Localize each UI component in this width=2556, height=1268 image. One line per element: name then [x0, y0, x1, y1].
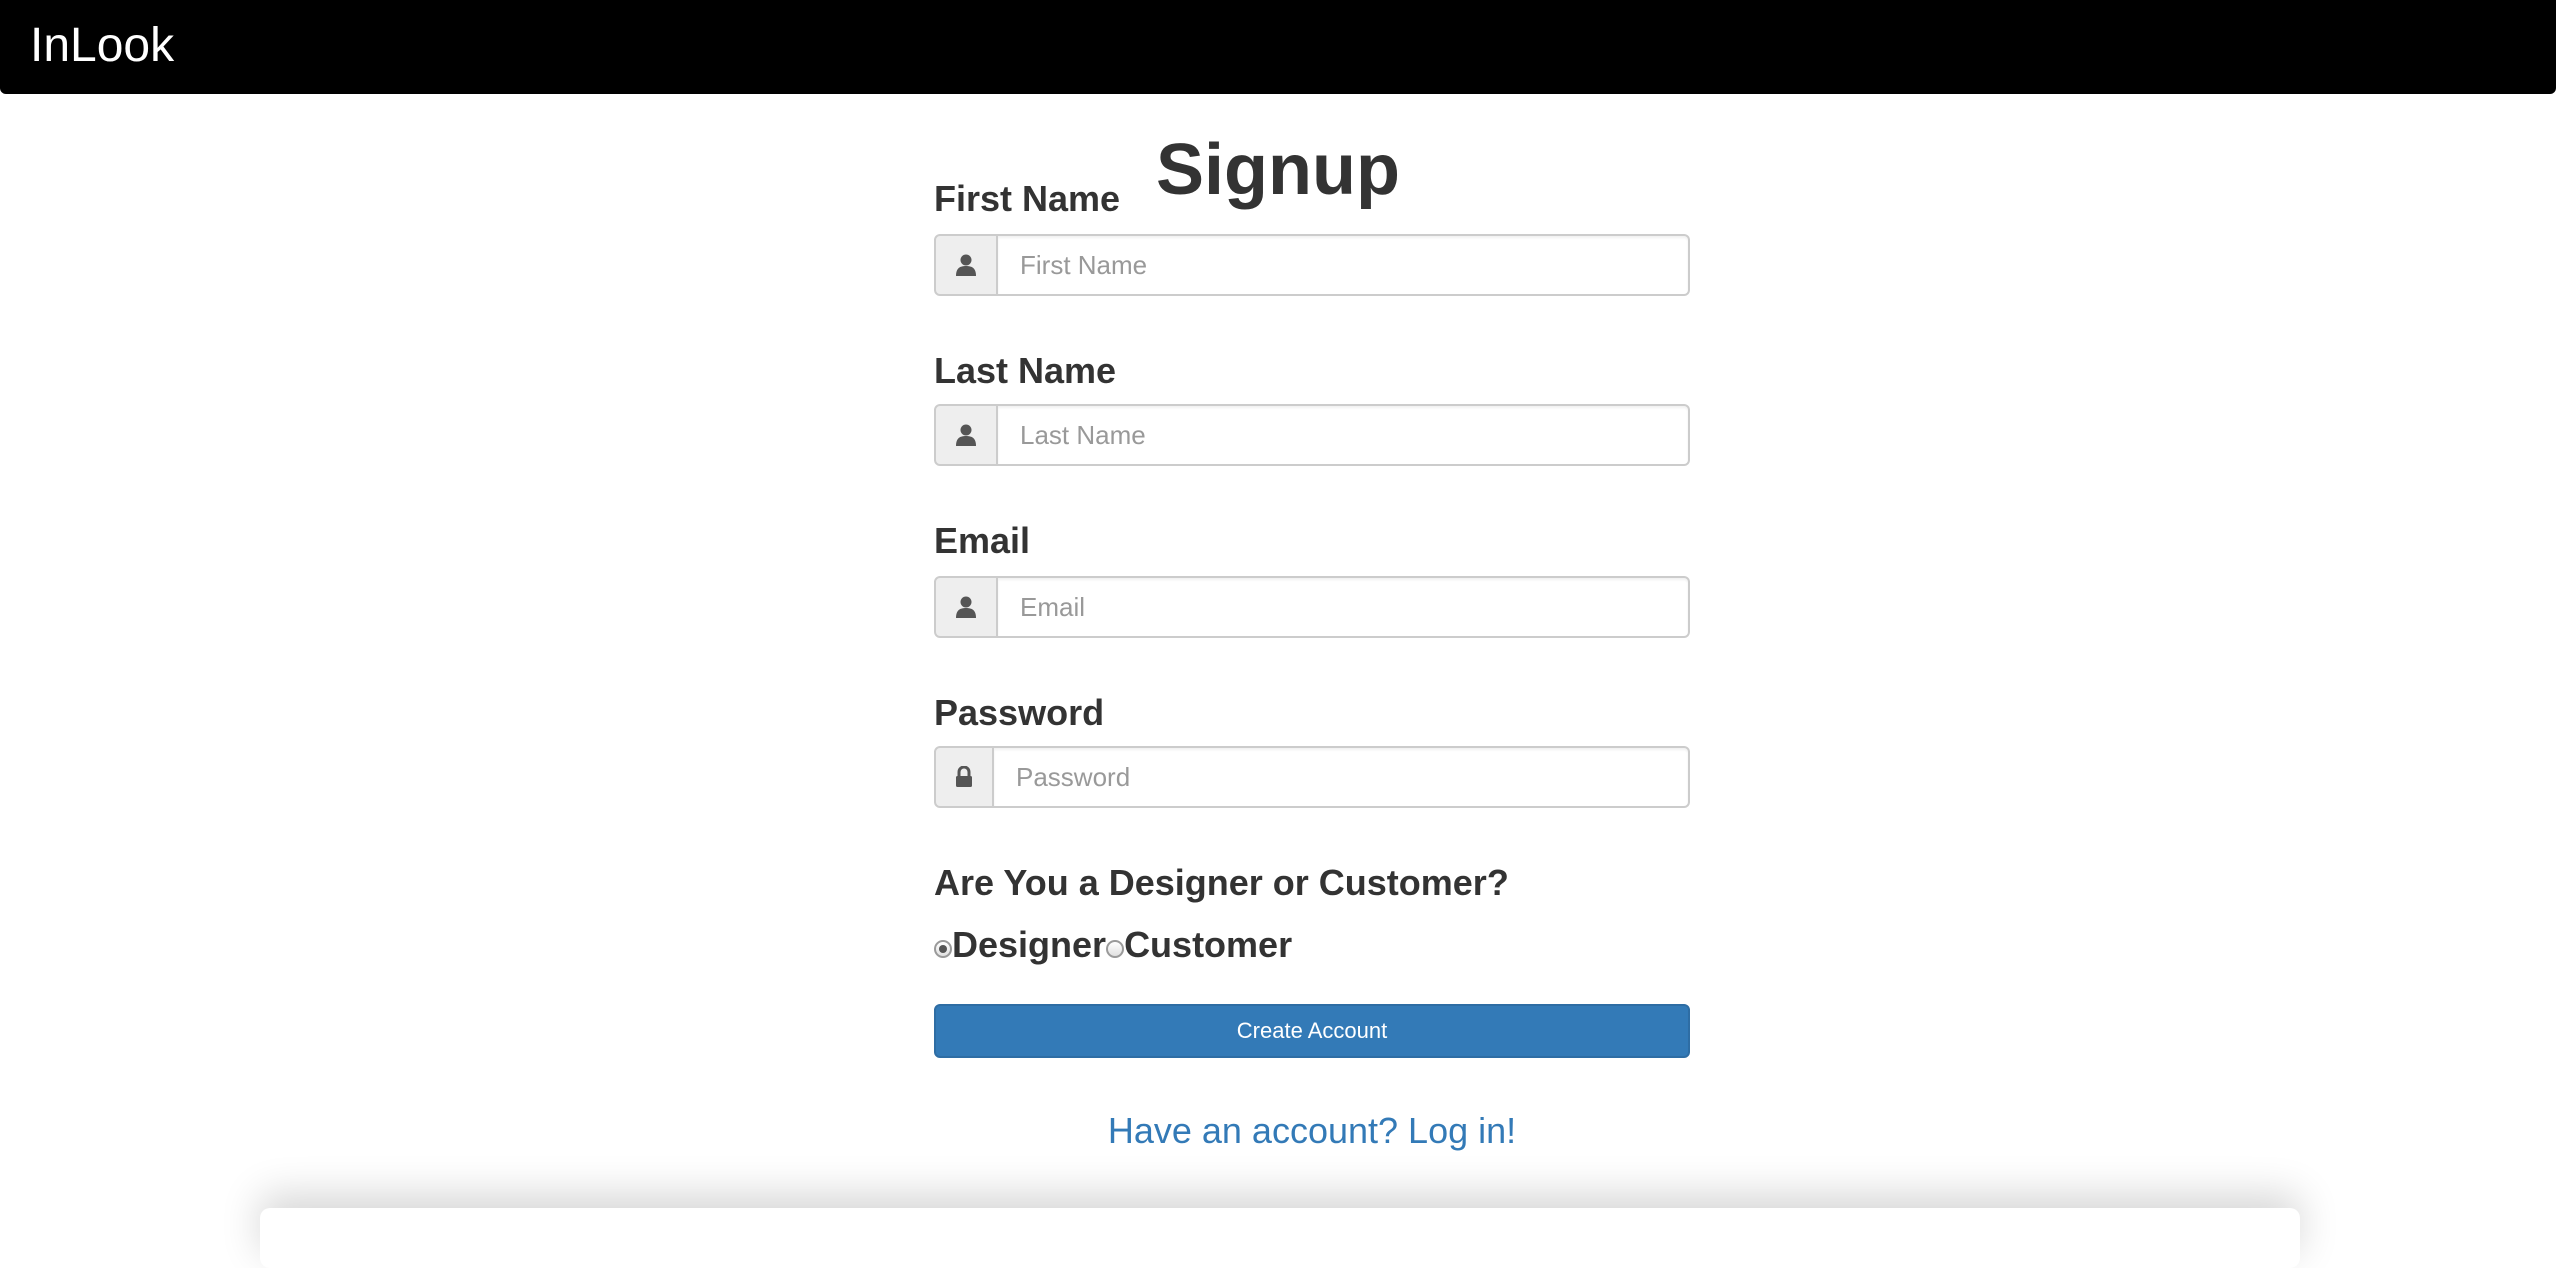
last-name-input[interactable]: [998, 404, 1690, 466]
top-navbar: InLook: [0, 0, 2556, 94]
customer-radio[interactable]: [1106, 940, 1125, 958]
lock-icon: [934, 746, 994, 808]
password-label: Password: [934, 692, 1105, 733]
email-group: [934, 576, 1690, 638]
user-icon: [934, 576, 998, 638]
password-input[interactable]: [994, 746, 1690, 808]
login-link[interactable]: Have an account? Log in!: [934, 1110, 1690, 1152]
password-group: [934, 746, 1690, 808]
last-name-label: Last Name: [934, 350, 1117, 391]
brand-logo[interactable]: InLook: [30, 18, 174, 74]
customer-radio-label[interactable]: Customer: [1124, 924, 1292, 966]
role-question: Are You a Designer or Customer?: [934, 862, 1509, 903]
footer-panel: [260, 1208, 2300, 1268]
designer-radio[interactable]: [934, 940, 952, 958]
user-icon: [934, 234, 998, 296]
email-label: Email: [934, 520, 1031, 561]
last-name-group: [934, 404, 1690, 466]
create-account-button[interactable]: Create Account: [934, 1004, 1690, 1058]
designer-radio-label[interactable]: Designer: [952, 924, 1106, 966]
user-icon: [934, 404, 998, 466]
first-name-group: [934, 234, 1690, 296]
first-name-label: First Name: [934, 178, 1121, 219]
role-radio-group: Designer Customer: [934, 922, 1292, 968]
email-input[interactable]: [998, 576, 1690, 638]
first-name-input[interactable]: [998, 234, 1690, 296]
page-title: Signup: [1156, 130, 1400, 210]
